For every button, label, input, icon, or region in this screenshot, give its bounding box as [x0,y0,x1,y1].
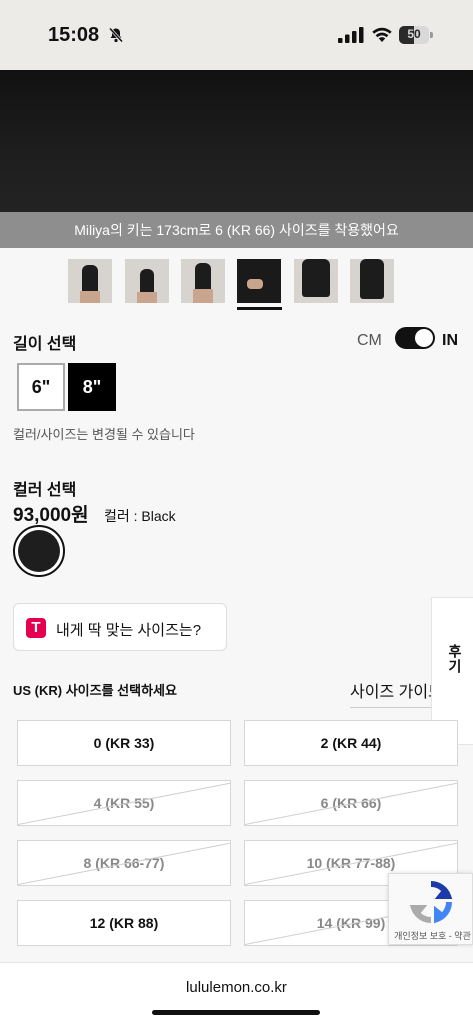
fit-finder-button[interactable]: T 내게 딱 맞는 사이즈는? [13,603,227,651]
fit-finder-label: 내게 딱 맞는 사이즈는? [56,622,202,639]
change-notice: 컬러/사이즈는 변경될 수 있습니다 [13,427,195,442]
battery-indicator: 50 [399,26,433,44]
recaptcha-terms[interactable]: 개인정보 보호 - 약관 [391,929,473,942]
toggle-knob [415,329,433,347]
bell-slash-icon [108,27,124,43]
model-caption: Miliya의 키는 173cm로 6 (KR 66) 사이즈를 착용했어요 [0,212,473,248]
unit-cm-label[interactable]: CM [357,332,382,350]
size-option[interactable]: 12 (KR 88) [17,900,231,946]
thumbnail-6[interactable] [350,259,394,303]
thumbnail-5[interactable] [294,259,338,303]
wifi-icon [372,27,392,42]
thumbnail-2[interactable] [125,259,169,303]
product-image[interactable] [0,70,473,212]
color-swatch-black[interactable] [13,525,65,577]
size-guide-link[interactable]: 사이즈 가이드 [350,678,431,708]
size-option[interactable]: 0 (KR 33) [17,720,231,766]
recaptcha-badge[interactable]: 개인정보 보호 - 약관 [388,873,473,945]
length-option-8[interactable]: 8" [68,363,116,411]
product-price: 93,000원 [13,505,89,526]
reviews-side-tab-label: 후기 [447,644,463,674]
url-text[interactable]: lululemon.co.kr [0,979,473,996]
unit-toggle[interactable] [395,327,435,349]
length-title: 길이 선택 [13,336,77,353]
cellular-signal-icon [338,27,364,43]
battery-percent: 50 [407,27,421,41]
size-option-unavailable[interactable]: 4 (KR 55) [17,780,231,826]
thumbnail-selected-indicator [237,307,282,310]
browser-address-bar[interactable]: lululemon.co.kr [0,962,473,1024]
selected-color-label: 컬러 : Black [104,508,176,524]
color-title: 컬러 선택 [13,482,77,499]
unit-in-label[interactable]: IN [442,332,458,350]
fit-finder-logo-icon: T [26,618,46,638]
length-option-6[interactable]: 6" [17,363,65,411]
status-bar: 15:08 50 [0,0,473,70]
size-option-unavailable[interactable]: 6 (KR 66) [244,780,458,826]
size-title: US (KR) 사이즈를 선택하세요 [13,683,177,698]
thumbnail-1[interactable] [68,259,112,303]
thumbnail-4[interactable] [237,259,281,303]
thumbnail-3[interactable] [181,259,225,303]
size-option-unavailable[interactable]: 8 (KR 66-77) [17,840,231,886]
home-indicator[interactable] [152,1010,320,1015]
status-time: 15:08 [48,24,100,46]
size-option[interactable]: 2 (KR 44) [244,720,458,766]
thumbnail-strip [68,259,408,311]
recaptcha-icon [409,880,453,924]
